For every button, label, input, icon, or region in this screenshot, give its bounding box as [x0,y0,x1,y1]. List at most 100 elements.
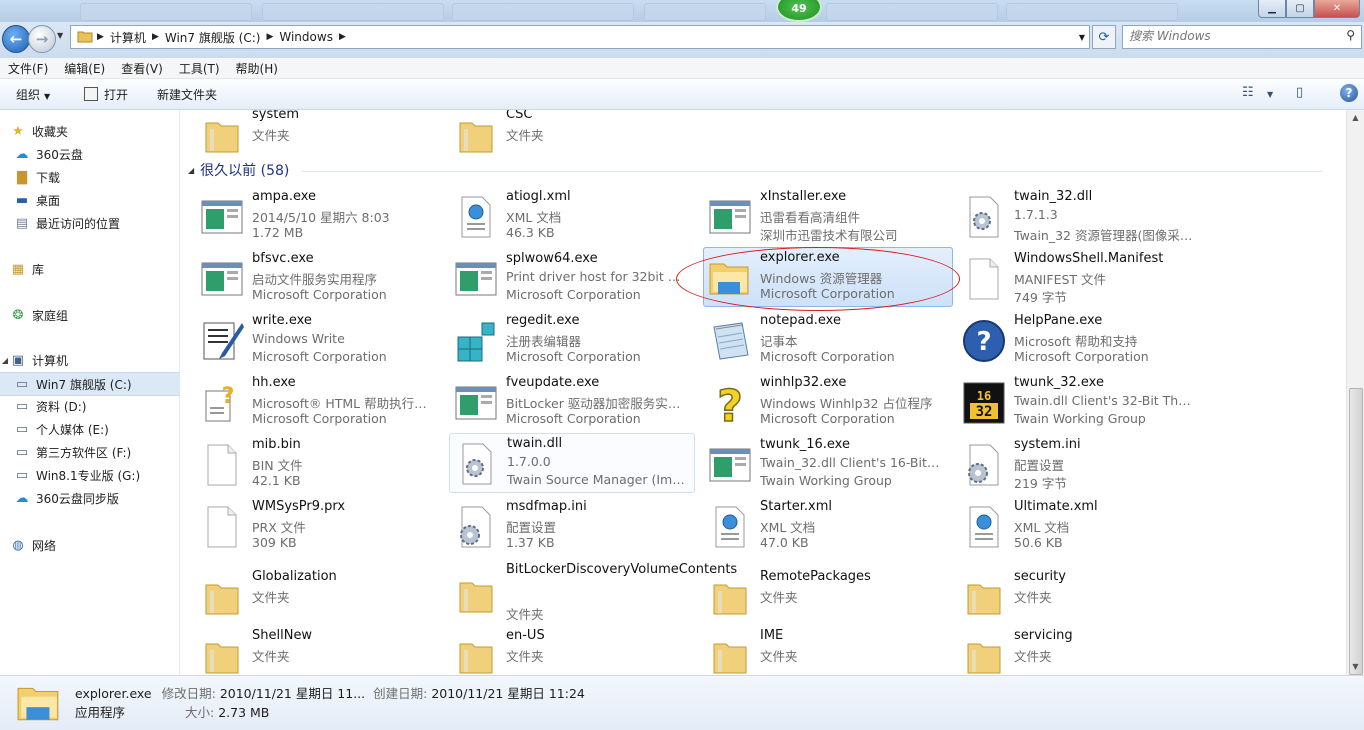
organize-button[interactable]: 组织 ▼ [16,86,50,103]
background-window-tab [80,3,252,21]
scroll-up-arrow-icon[interactable]: ▲ [1347,110,1364,126]
list-item[interactable]: bfsvc.exe 启动文件服务实用程序 Microsoft Corporati… [180,249,434,307]
menu-tools[interactable]: 工具(T) [171,60,228,77]
chevron-right-icon[interactable]: ▶ [339,32,346,42]
search-input[interactable] [1123,26,1329,46]
list-item-selected[interactable]: explorer.exe Windows 资源管理器 Microsoft Cor… [703,247,953,307]
list-item[interactable]: ShellNew 文件夹 [180,626,434,675]
item-name: IME [760,628,784,643]
list-item[interactable]: en-US 文件夹 [434,626,688,675]
list-item[interactable]: system 文件夹 [180,110,434,163]
library-icon: ▦ [11,261,25,277]
chevron-right-icon[interactable]: ▶ [97,32,104,42]
sidebar-homegroup[interactable]: ❂ 家庭组 [0,304,178,326]
chevron-right-icon[interactable]: ▶ [266,32,273,42]
list-item[interactable]: regedit.exe 注册表编辑器 Microsoft Corporation [434,311,688,369]
sidebar-libraries[interactable]: ▦ 库 [0,258,178,280]
sidebar-favorites[interactable]: ★ 收藏夹 [0,120,178,142]
item-name: RemotePackages [760,569,871,584]
open-button[interactable]: 打开 [84,86,128,103]
item-detail: 文件夹 [506,607,544,622]
close-button[interactable]: ✕ [1314,0,1360,18]
list-item[interactable]: BitLockerDiscoveryVolumeContents 文件夹 [434,559,737,622]
sidebar-network[interactable]: ◍ 网络 [0,534,178,556]
search-icon[interactable]: ⚲ [1346,28,1355,42]
address-history-dropdown[interactable]: ▼ [1079,33,1085,42]
menu-view[interactable]: 查看(V) [113,60,171,77]
list-item[interactable]: twunk_16.exe Twain_32.dll Client's 16-Bi… [688,435,942,493]
list-item[interactable]: Ultimate.xml XML 文档 50.6 KB [942,497,1196,555]
list-item[interactable]: CSC 文件夹 [434,110,688,163]
group-header[interactable]: ◢ 很久以前 (58) [188,160,289,180]
breadcrumb-windows[interactable]: Windows [273,30,339,44]
cloud-icon: ☁ [15,146,29,162]
chevron-right-icon[interactable]: ▶ [152,32,159,42]
sidebar-drive-e[interactable]: ▭ 个人媒体 (E:) [0,418,192,440]
list-item[interactable]: system.ini 配置设置 219 字节 [942,435,1196,493]
new-folder-button[interactable]: 新建文件夹 [157,86,217,103]
list-item[interactable]: Globalization 文件夹 [180,567,434,625]
refresh-button[interactable]: ⟳ [1092,25,1116,49]
sidebar-drive-g[interactable]: ▭ Win8.1专业版 (G:) [0,464,192,486]
back-button[interactable]: ← [2,25,30,53]
collapse-arrow-icon[interactable]: ◢ [188,166,194,175]
menu-file[interactable]: 文件(F) [0,60,56,77]
list-item[interactable]: WindowsShell.Manifest MANIFEST 文件 749 字节 [942,249,1196,307]
menu-help[interactable]: 帮助(H) [228,60,286,77]
sidebar-360-sync[interactable]: ☁ 360云盘同步版 [0,487,192,509]
details-created-label: 创建日期: [373,686,428,701]
preview-pane-button[interactable]: ▯ [1296,85,1303,100]
list-item[interactable]: RemotePackages 文件夹 [688,567,942,625]
item-name: splwow64.exe [506,251,598,266]
list-item[interactable]: mib.bin BIN 文件 42.1 KB [180,435,434,493]
list-item[interactable]: splwow64.exe Print driver host for 32bit… [434,249,688,307]
folder-icon [200,634,244,675]
minimize-button[interactable]: ▁ [1258,0,1286,18]
sidebar-item-downloads[interactable]: ▇ 下载 [0,166,192,188]
item-detail: MANIFEST 文件 [1014,272,1107,287]
list-item[interactable]: 16 32 twunk_32.exe Twain.dll Client's 32-… [942,373,1196,431]
address-bar[interactable]: ▶ 计算机 ▶ Win7 旗舰版 (C:) ▶ Windows ▶ ▼ [70,25,1090,49]
list-item[interactable]: WMSysPr9.prx PRX 文件 309 KB [180,497,434,555]
list-item[interactable]: notepad.exe 记事本 Microsoft Corporation [688,311,942,369]
xml-document-icon [708,505,752,549]
list-item[interactable]: ? HelpPane.exe Microsoft 帮助和支持 Microsoft… [942,311,1196,369]
list-item[interactable]: ? hh.exe Microsoft® HTML 帮助执行程序 Microsof… [180,373,434,431]
expand-arrow-icon[interactable]: ◢ [0,356,10,365]
list-item[interactable]: msdfmap.ini 配置设置 1.37 KB [434,497,688,555]
list-item[interactable]: Starter.xml XML 文档 47.0 KB [688,497,942,555]
list-item[interactable]: ampa.exe 2014/5/10 星期六 8:03 1.72 MB [180,187,434,245]
change-view-button[interactable]: ☷ [1242,85,1254,100]
view-options-dropdown[interactable]: ▼ [1267,90,1273,99]
item-name: ShellNew [252,628,313,643]
list-item[interactable]: IME 文件夹 [688,626,942,675]
vertical-scrollbar[interactable]: ▲ ▼ [1346,110,1364,675]
breadcrumb-computer[interactable]: 计算机 [104,29,152,46]
list-item[interactable]: servicing 文件夹 [942,626,1196,675]
sidebar-item-360cloud[interactable]: ☁ 360云盘 [0,143,192,165]
list-item[interactable]: ? winhlp32.exe Windows Winhlp32 占位程序 Mic… [688,373,942,433]
sidebar-drive-f[interactable]: ▭ 第三方软件区 (F:) [0,441,192,463]
recent-pages-dropdown[interactable]: ▼ [57,31,63,40]
breadcrumb-drive-c[interactable]: Win7 旗舰版 (C:) [159,29,267,46]
list-item[interactable]: fveupdate.exe BitLocker 驱动器加密服务实用工... Mi… [434,373,688,431]
maximize-button[interactable]: ▢ [1286,0,1314,18]
list-item[interactable]: security 文件夹 [942,567,1196,625]
scrollbar-thumb[interactable] [1349,388,1363,675]
sidebar-item-desktop[interactable]: ▬ 桌面 [0,189,192,211]
list-item[interactable]: twain_32.dll 1.7.1.3 Twain_32 资源管理器(图像采集… [942,187,1196,245]
search-box[interactable]: ⚲ [1122,25,1362,49]
list-item-hovered[interactable]: twain.dll 1.7.0.0 Twain Source Manager (… [449,433,695,493]
menu-edit[interactable]: 编辑(E) [56,60,113,77]
sidebar-drive-d[interactable]: ▭ 资料 (D:) [0,395,192,417]
sidebar-computer[interactable]: ◢ ▣ 计算机 [0,349,178,371]
item-name: Starter.xml [760,499,833,514]
list-item[interactable]: xInstaller.exe 迅雷看看高清组件 深圳市迅雷技术有限公司 [688,187,942,245]
forward-button[interactable]: → [28,25,56,53]
list-item[interactable]: write.exe Windows Write Microsoft Corpor… [180,311,434,369]
scroll-down-arrow-icon[interactable]: ▼ [1347,659,1364,675]
sidebar-drive-c[interactable]: ▭ Win7 旗舰版 (C:) [0,372,192,396]
list-item[interactable]: atiogl.xml XML 文档 46.3 KB [434,187,688,245]
help-icon[interactable]: ? [1340,84,1358,102]
sidebar-item-recent-places[interactable]: ▤ 最近访问的位置 [0,212,192,234]
